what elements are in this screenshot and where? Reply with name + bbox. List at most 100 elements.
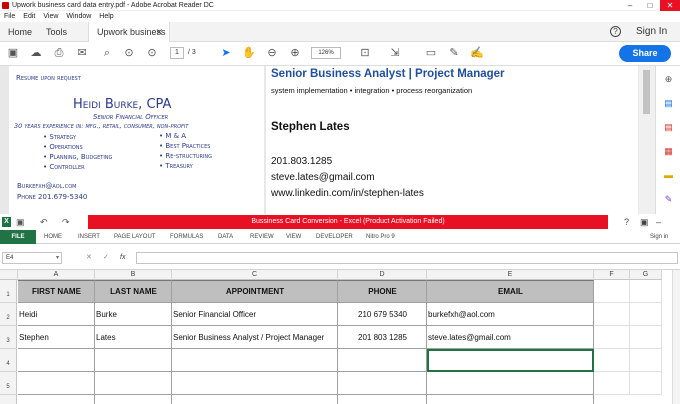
name-box[interactable]: E4 ▾ bbox=[2, 252, 62, 264]
page-number-input[interactable]: 1 bbox=[170, 47, 184, 59]
excel-sign-in-link[interactable]: Sign in bbox=[650, 230, 668, 244]
column-header-b[interactable]: B bbox=[95, 270, 172, 280]
row-header-1[interactable]: 1 bbox=[0, 280, 17, 303]
comment-tool-icon[interactable]: ▬ bbox=[663, 170, 674, 181]
save-icon[interactable]: ▣ bbox=[6, 46, 20, 60]
table-cell[interactable] bbox=[630, 280, 662, 303]
table-cell[interactable]: Lates bbox=[95, 326, 172, 349]
tab-home[interactable]: HOME bbox=[44, 230, 62, 244]
table-cell[interactable] bbox=[594, 280, 630, 303]
column-header-g[interactable]: G bbox=[630, 270, 662, 280]
row-header-3[interactable]: 3 bbox=[0, 326, 17, 349]
sheet-scrollbar[interactable] bbox=[672, 270, 680, 404]
table-cell[interactable]: Senior Business Analyst / Project Manage… bbox=[172, 326, 338, 349]
table-cell[interactable]: Stephen bbox=[18, 326, 95, 349]
sign-in-link[interactable]: Sign In bbox=[636, 22, 667, 42]
tab-data[interactable]: DATA bbox=[218, 230, 233, 244]
menu-edit[interactable]: Edit bbox=[23, 11, 35, 22]
column-header-f[interactable]: F bbox=[594, 270, 630, 280]
table-cell[interactable]: Burke bbox=[95, 303, 172, 326]
table-cell[interactable] bbox=[95, 395, 172, 404]
menu-window[interactable]: Window bbox=[66, 11, 91, 22]
header-last-name[interactable]: LAST NAME bbox=[95, 280, 172, 303]
table-cell[interactable] bbox=[172, 395, 338, 404]
print-icon[interactable]: ⎙ bbox=[52, 46, 66, 60]
document-scrollbar[interactable] bbox=[639, 66, 655, 214]
menu-help[interactable]: Help bbox=[99, 11, 113, 22]
sign-icon[interactable]: ✍ bbox=[470, 46, 484, 60]
tab-review[interactable]: REVIEW bbox=[250, 230, 274, 244]
table-cell[interactable]: steve.lates@gmail.com bbox=[427, 326, 594, 349]
minimize-icon[interactable]: – bbox=[656, 216, 661, 228]
zoom-in-icon[interactable]: ⊕ bbox=[288, 46, 302, 60]
select-all-corner[interactable] bbox=[0, 270, 18, 280]
column-header-e[interactable]: E bbox=[427, 270, 594, 280]
tab-tools[interactable]: Tools bbox=[46, 22, 67, 42]
maximize-icon[interactable]: □ bbox=[640, 0, 660, 11]
table-cell[interactable] bbox=[594, 303, 630, 326]
table-cell[interactable] bbox=[18, 395, 95, 404]
table-cell[interactable] bbox=[594, 349, 630, 372]
zoom-level-select[interactable]: 126% bbox=[311, 47, 341, 59]
header-email[interactable]: EMAIL bbox=[427, 280, 594, 303]
save-icon[interactable]: ▣ bbox=[16, 216, 25, 228]
zoom-out-icon[interactable]: ⊖ bbox=[265, 46, 279, 60]
table-cell[interactable] bbox=[594, 326, 630, 349]
table-cell[interactable] bbox=[18, 372, 95, 395]
table-cell[interactable]: Heidi bbox=[18, 303, 95, 326]
hand-tool-icon[interactable]: ✋ bbox=[242, 46, 256, 60]
table-cell[interactable] bbox=[630, 303, 662, 326]
table-cell[interactable]: burkefxh@aol.com bbox=[427, 303, 594, 326]
tab-file[interactable]: FILE bbox=[0, 230, 36, 244]
table-cell[interactable]: 210 679 5340 bbox=[338, 303, 427, 326]
row-header-2[interactable]: 2 bbox=[0, 303, 17, 326]
insert-function-icon[interactable]: fx bbox=[120, 252, 125, 264]
table-cell[interactable] bbox=[95, 372, 172, 395]
tab-view[interactable]: VIEW bbox=[286, 230, 301, 244]
next-page-icon[interactable]: ⊙ bbox=[145, 46, 159, 60]
upload-cloud-icon[interactable]: ☁ bbox=[29, 46, 43, 60]
redo-icon[interactable]: ↷ bbox=[62, 216, 70, 228]
header-appointment[interactable]: APPOINTMENT bbox=[172, 280, 338, 303]
email-icon[interactable]: ✉ bbox=[75, 46, 89, 60]
select-cursor-icon[interactable]: ➤ bbox=[219, 46, 233, 60]
table-cell[interactable] bbox=[630, 326, 662, 349]
column-header-c[interactable]: C bbox=[172, 270, 338, 280]
help-icon[interactable]: ? bbox=[624, 216, 629, 228]
share-button[interactable]: Share bbox=[619, 45, 671, 62]
table-cell[interactable] bbox=[630, 349, 662, 372]
table-cell[interactable] bbox=[338, 349, 427, 372]
create-pdf-icon[interactable]: ▤ bbox=[663, 98, 674, 109]
comment-icon[interactable]: ▭ bbox=[424, 46, 438, 60]
ribbon-display-icon[interactable]: ▣ bbox=[640, 216, 649, 228]
tab-insert[interactable]: INSERT bbox=[78, 230, 100, 244]
table-cell[interactable] bbox=[172, 349, 338, 372]
table-cell[interactable] bbox=[18, 349, 95, 372]
selected-cell-e4[interactable] bbox=[427, 349, 594, 372]
column-header-d[interactable]: D bbox=[338, 270, 427, 280]
menu-view[interactable]: View bbox=[43, 11, 58, 22]
table-cell[interactable] bbox=[630, 372, 662, 395]
row-header-6[interactable]: 6 bbox=[0, 395, 17, 404]
row-header-5[interactable]: 5 bbox=[0, 372, 17, 395]
fill-sign-icon[interactable]: ✎ bbox=[663, 194, 674, 205]
cancel-entry-icon[interactable]: ✕ bbox=[86, 252, 92, 264]
header-phone[interactable]: PHONE bbox=[338, 280, 427, 303]
tab-home[interactable]: Home bbox=[8, 22, 32, 42]
tab-page-layout[interactable]: PAGE LAYOUT bbox=[114, 230, 155, 244]
table-cell[interactable] bbox=[427, 395, 594, 404]
close-icon[interactable]: ✕ bbox=[660, 0, 680, 11]
table-cell[interactable]: 201 803 1285 bbox=[338, 326, 427, 349]
column-header-a[interactable]: A bbox=[18, 270, 95, 280]
table-cell[interactable] bbox=[95, 349, 172, 372]
minimize-icon[interactable]: – bbox=[620, 0, 640, 11]
export-pdf-icon[interactable]: ▤ bbox=[663, 122, 674, 133]
formula-input[interactable] bbox=[136, 252, 678, 264]
row-header-4[interactable]: 4 bbox=[0, 349, 17, 372]
scrollbar-thumb[interactable] bbox=[643, 70, 650, 114]
close-tab-icon[interactable]: ✕ bbox=[155, 22, 163, 42]
tab-document[interactable]: Upwork business c... ✕ bbox=[88, 22, 170, 57]
help-icon[interactable]: ? bbox=[610, 26, 621, 37]
tab-developer[interactable]: DEVELOPER bbox=[316, 230, 353, 244]
table-cell[interactable] bbox=[338, 395, 427, 404]
